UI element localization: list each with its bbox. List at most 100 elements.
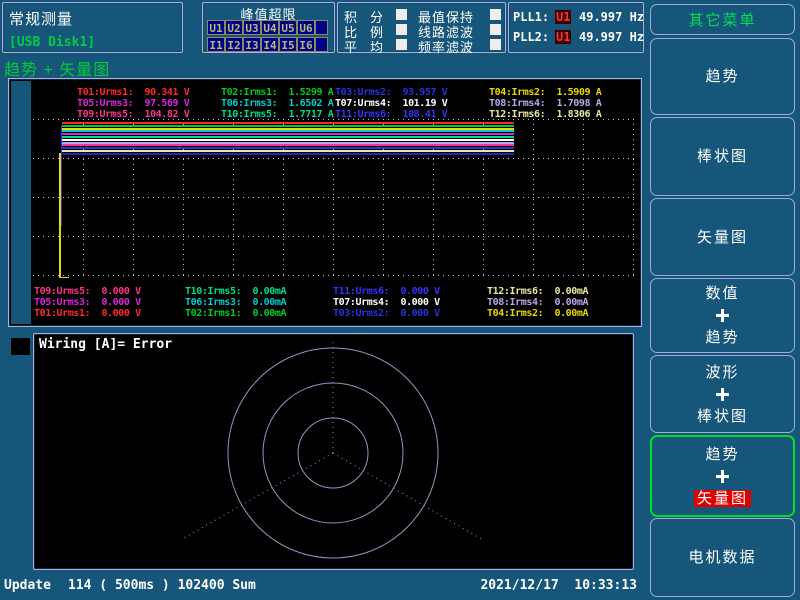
sidebar-item-label: 趋势 (705, 446, 739, 463)
pll-row: PLL2:U149.997 Hz (513, 30, 645, 48)
status-datetime: 2021/12/17 10:33:13 (480, 578, 637, 593)
status-update-label: Update (4, 578, 51, 593)
peak-cell-u: U3 (243, 20, 261, 35)
trend-value: T06:Irms3: 0.00mA (185, 297, 286, 308)
sidebar-item-label: 矢量图 (694, 490, 751, 507)
trend-value: T04:Irms2: 1.5909 A (489, 87, 601, 98)
trend-line (62, 150, 514, 152)
peak-cell-i: I4 (261, 37, 279, 52)
trend-value: T08:Irms4: 0.00mA (487, 297, 588, 308)
plus-icon (716, 388, 729, 401)
sidebar-item-numeric-trend[interactable]: 数值趋势 (650, 278, 795, 353)
mode-label: 常规测量 (9, 8, 73, 29)
trend-rise-blue (61, 126, 62, 226)
filter-label: 频率滤波 (418, 37, 474, 56)
sidebar-item-vector-chart[interactable]: 矢量图 (650, 198, 795, 276)
sidebar-item-label: 趋势 (705, 68, 739, 85)
trend-value: T05:Urms3: 0.000 V (34, 297, 141, 308)
trend-value: T07:Urms4: 101.19 V (335, 98, 447, 109)
trend-value: T03:Urms2: 93.957 V (335, 87, 447, 98)
grid-line-v (583, 119, 584, 278)
trend-value: T06:Irms3: 1.6502 A (221, 98, 333, 109)
trend-value: T12:Irms6: 0.00mA (487, 286, 588, 297)
integration-char2: 均 (370, 37, 383, 56)
filter-checkbox (490, 39, 501, 50)
mode-panel: 常规测量 [USB Disk1] (2, 2, 183, 53)
trend-line (62, 144, 514, 146)
trend-line (62, 122, 514, 124)
sidebar-menu-title-label: 其它菜单 (688, 9, 756, 30)
pll-panel: PLL1:U149.997 HzPLL2:U149.997 Hz (508, 2, 644, 53)
pll-source: U1 (555, 30, 571, 44)
integration-row: 比例线路滤波 (338, 22, 507, 37)
trend-line (62, 153, 514, 155)
vector-axis-left (184, 453, 333, 538)
trend-line (62, 136, 514, 138)
integration-checkbox (396, 9, 407, 20)
pll-label: PLL1: (513, 10, 549, 24)
plus-icon (716, 470, 729, 483)
peak-cell-u: U2 (225, 20, 243, 35)
status-update-info: 114 ( 500ms ) 102400 Sum (68, 578, 256, 593)
sidebar-item-trend[interactable]: 趋势 (650, 38, 795, 115)
integration-checkbox (396, 39, 407, 50)
peak-cell-u-empty (315, 20, 328, 35)
trend-line (62, 125, 514, 127)
peak-cell-u: U5 (279, 20, 297, 35)
vector-marker-square (11, 338, 30, 355)
peak-cell-i: I1 (207, 37, 225, 52)
pll-row: PLL1:U149.997 Hz (513, 10, 645, 28)
peak-cell-i: I5 (279, 37, 297, 52)
trend-value: T10:Irms5: 0.00mA (185, 286, 286, 297)
grid-line-v (533, 119, 534, 278)
trend-value: T05:Urms3: 97.569 V (77, 98, 189, 109)
sidebar-item-label: 数值 (705, 285, 739, 302)
sidebar-item-bar-chart[interactable]: 棒状图 (650, 117, 795, 196)
grid-line-h (33, 158, 637, 159)
peak-over-limit-panel: 峰值超限 U1U2U3U4U5U6 I1I2I3I4I5I6 (202, 2, 335, 53)
trend-value: T02:Irms1: 0.00mA (185, 308, 286, 319)
sidebar-item-label: 趋势 (705, 329, 739, 346)
sidebar-item-motor-data[interactable]: 电机数据 (650, 518, 795, 597)
peak-u-cells: U1U2U3U4U5U6 (207, 20, 328, 35)
filter-checkbox (490, 24, 501, 35)
integration-filter-panel: 积分最值保持比例线路滤波平均频率滤波 (337, 2, 506, 53)
trend-line (62, 130, 514, 132)
peak-cell-u: U1 (207, 20, 225, 35)
grid-line-h (33, 197, 637, 198)
sidebar-item-label: 棒状图 (697, 148, 748, 165)
trend-value: T04:Irms2: 0.00mA (487, 308, 588, 319)
trend-rise-foot (59, 277, 69, 278)
trend-value: T11:Urms6: 0.000 V (333, 286, 440, 297)
trend-value: T12:Irms6: 1.8306 A (489, 109, 601, 120)
peak-cell-u: U6 (297, 20, 315, 35)
trend-value: T11:Urms6: 108.41 V (335, 109, 447, 120)
trend-value: T02:Irms1: 1.5299 A (221, 87, 333, 98)
sidebar-item-label: 矢量图 (697, 229, 748, 246)
trend-value: T10:Irms5: 1.7717 A (221, 109, 333, 120)
page-title: 趋势 + 矢量图 (4, 56, 110, 80)
pll-frequency: 49.997 Hz (579, 30, 644, 44)
trend-value: T01:Urms1: 90.341 V (77, 87, 189, 98)
peak-cell-i: I6 (297, 37, 315, 52)
sidebar-item-label: 棒状图 (697, 408, 748, 425)
sidebar-item-waveform-bar[interactable]: 波形棒状图 (650, 355, 795, 433)
sidebar-item-trend-vector[interactable]: 趋势矢量图 (650, 435, 795, 517)
grid-line-v (633, 119, 634, 278)
trend-panel: T01:Urms1: 90.341 VT02:Irms1: 1.5299 AT0… (8, 78, 642, 327)
sidebar-menu-title: 其它菜单 (650, 4, 795, 35)
trend-line (62, 133, 514, 135)
grid-line-h (33, 236, 637, 237)
filter-checkbox (490, 9, 501, 20)
trend-left-gutter (11, 81, 31, 324)
vector-panel: Wiring [A]= Error (33, 333, 634, 570)
trend-value: T07:Urms4: 0.000 V (333, 297, 440, 308)
trend-line (62, 147, 514, 149)
sidebar-item-label: 电机数据 (688, 549, 756, 566)
trend-value: T09:Urms5: 104.82 V (77, 109, 189, 120)
trend-line (62, 139, 514, 141)
peak-cell-u: U4 (261, 20, 279, 35)
peak-cell-i: I2 (225, 37, 243, 52)
usb-disk-label: [USB Disk1] (9, 35, 95, 50)
trend-value: T08:Irms4: 1.7098 A (489, 98, 601, 109)
